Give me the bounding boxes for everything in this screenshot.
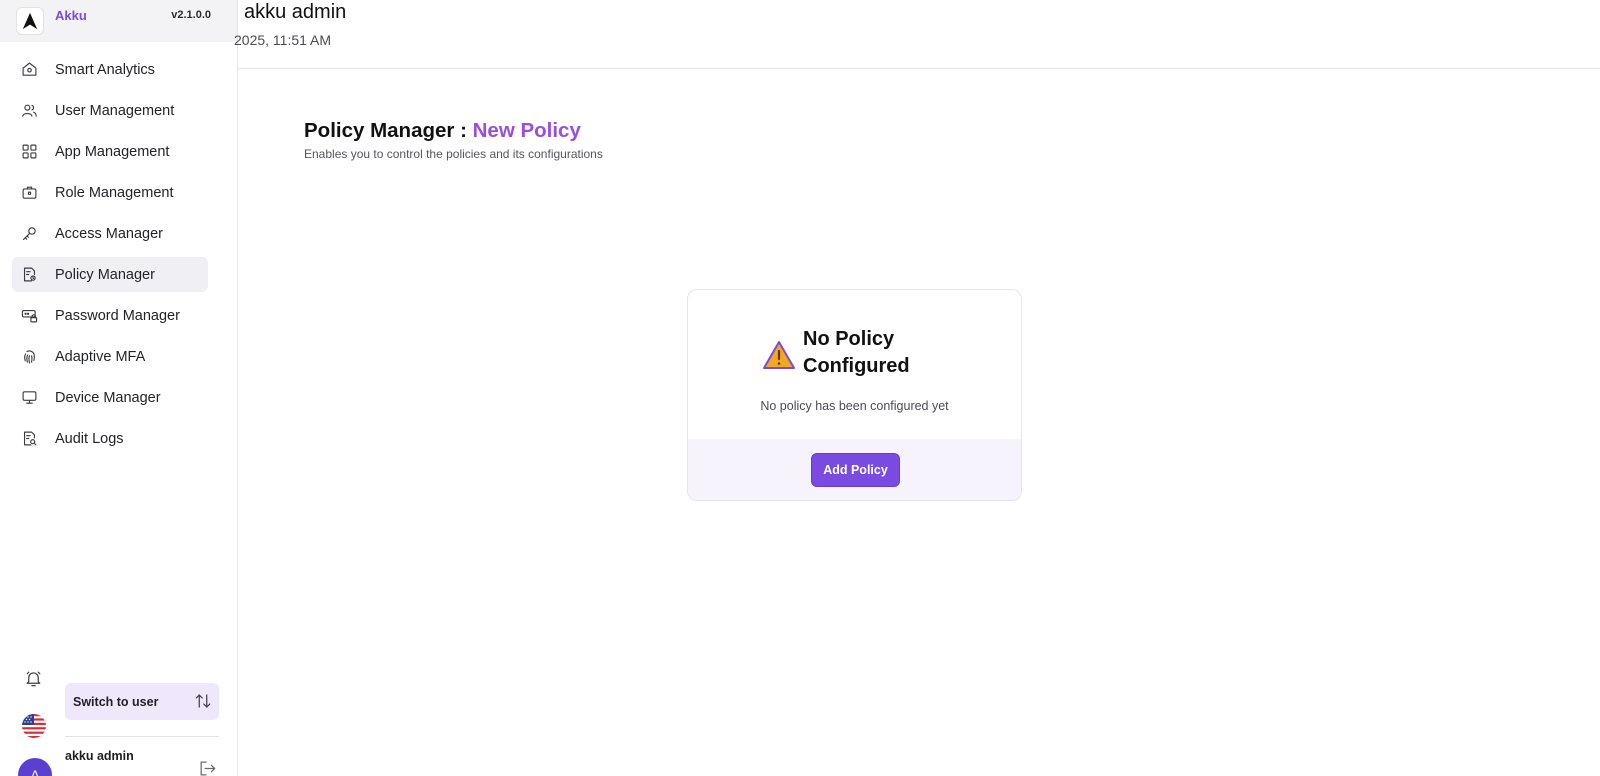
sidebar-item-role-management[interactable]: Role Management	[12, 175, 208, 210]
audit-doc-icon	[20, 430, 38, 448]
add-policy-button[interactable]: Add Policy	[811, 453, 900, 487]
empty-state-card: No Policy Configured No policy has been …	[687, 289, 1022, 501]
brand-name: Akku	[55, 7, 87, 23]
password-icon	[20, 307, 38, 325]
sidebar-item-app-management[interactable]: App Management	[12, 134, 208, 169]
logout-icon[interactable]	[198, 759, 217, 776]
sidebar-item-label: App Management	[55, 143, 170, 160]
briefcase-icon	[20, 184, 38, 202]
top-header: akku admin 2025, 11:51 AM	[234, 0, 1600, 69]
sidebar-item-access-manager[interactable]: Access Manager	[12, 216, 208, 251]
switch-to-user-label: Switch to user	[73, 694, 159, 709]
sidebar-item-adaptive-mfa[interactable]: Adaptive MFA	[12, 339, 208, 374]
header-datetime: 2025, 11:51 AM	[234, 32, 332, 48]
empty-state-footer: Add Policy	[688, 439, 1021, 500]
sidebar-item-label: Adaptive MFA	[55, 348, 146, 365]
sidebar-item-label: Password Manager	[55, 307, 180, 324]
users-icon	[20, 102, 38, 120]
switch-to-user-button[interactable]: Switch to user	[65, 683, 219, 720]
app-version: v2.1.0.0	[171, 9, 211, 21]
grid-icon	[20, 143, 38, 161]
brand-bar: Akku v2.1.0.0	[0, 0, 237, 42]
sidebar-item-label: Audit Logs	[55, 430, 124, 447]
sidebar-item-password-manager[interactable]: Password Manager	[12, 298, 208, 333]
sidebar-item-label: User Management	[55, 102, 175, 119]
monitor-icon	[20, 389, 38, 407]
empty-state-body: No Policy Configured No policy has been …	[688, 290, 1021, 439]
sidebar-item-smart-analytics[interactable]: Smart Analytics	[12, 52, 208, 87]
page-title-prefix: Policy Manager :	[304, 119, 467, 142]
sidebar-item-device-manager[interactable]: Device Manager	[12, 380, 208, 415]
warning-icon	[762, 340, 796, 370]
empty-state-description: No policy has been configured yet	[760, 399, 949, 413]
sidebar-item-label: Role Management	[55, 184, 174, 201]
page-title: Policy Manager : New Policy	[304, 119, 581, 143]
bell-icon[interactable]	[24, 669, 44, 689]
header-user-name: akku admin	[244, 1, 347, 23]
sidebar-item-policy-manager[interactable]: Policy Manager	[12, 257, 208, 292]
user-name: akku admin	[65, 749, 134, 763]
sidebar-item-label: Device Manager	[55, 389, 161, 406]
sidebar-footer: Switch to user A akku admin	[0, 656, 238, 776]
sidebar-item-label: Smart Analytics	[55, 61, 155, 78]
policy-doc-icon	[20, 266, 38, 284]
sidebar-item-label: Policy Manager	[55, 266, 155, 283]
sidebar: Akku v2.1.0.0 Smart Analytics User Manag…	[0, 0, 238, 776]
sidebar-item-user-management[interactable]: User Management	[12, 93, 208, 128]
sidebar-item-label: Access Manager	[55, 225, 163, 242]
akku-logo[interactable]	[16, 7, 44, 35]
sidebar-nav: Smart Analytics User Management App Mana…	[0, 52, 237, 456]
swap-arrows-icon	[194, 692, 212, 715]
page-title-accent: New Policy	[472, 119, 581, 142]
avatar[interactable]: A	[18, 758, 52, 776]
us-flag-icon[interactable]	[22, 714, 46, 738]
sidebar-item-audit-logs[interactable]: Audit Logs	[12, 421, 208, 456]
key-icon	[20, 225, 38, 243]
fingerprint-icon	[20, 348, 38, 366]
home-icon	[20, 61, 38, 79]
empty-state-title: No Policy Configured	[803, 328, 910, 377]
footer-divider	[65, 736, 219, 737]
page-subtitle: Enables you to control the policies and …	[304, 147, 603, 161]
